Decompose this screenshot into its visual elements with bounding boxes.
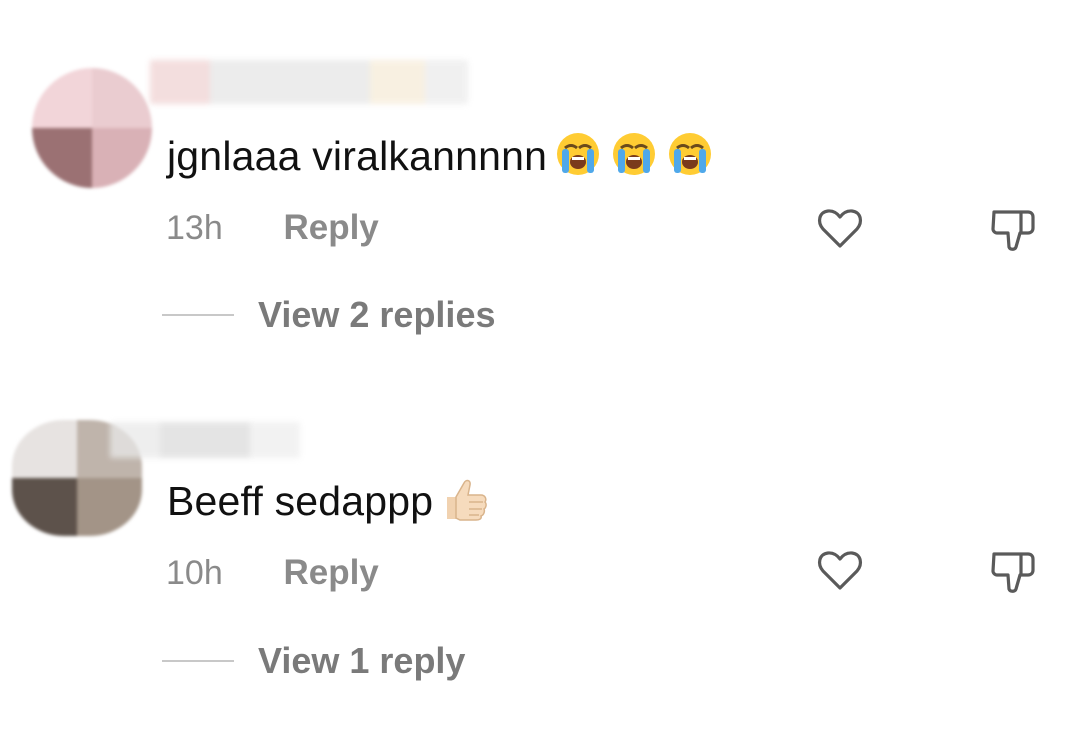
view-replies-label: View 1 reply	[258, 640, 466, 681]
comment-text-content: jgnlaaa viralkannnnn	[167, 133, 548, 179]
reply-thread-line	[162, 314, 234, 316]
comment-item: Beeff sedappp 10h Reply View 1 reply	[0, 370, 1068, 740]
reply-button[interactable]: Reply	[283, 208, 378, 247]
avatar[interactable]	[32, 68, 152, 188]
thumbs-down-icon[interactable]	[988, 204, 1038, 254]
comment-text: Beeff sedappp	[167, 473, 489, 525]
view-replies-button[interactable]: View 2 replies	[162, 294, 495, 336]
thumbs-up-emoji-icon	[439, 473, 489, 523]
comment-meta: 13h Reply	[166, 208, 379, 248]
thumbs-down-icon[interactable]	[988, 546, 1038, 596]
loudly-crying-face-emoji-icon	[665, 128, 715, 178]
heart-icon[interactable]	[815, 546, 865, 596]
view-replies-button[interactable]: View 1 reply	[162, 640, 465, 682]
reply-thread-line	[162, 660, 234, 662]
reply-button[interactable]: Reply	[283, 553, 378, 592]
comment-text: jgnlaaa viralkannnnn	[167, 128, 715, 180]
comment-meta: 10h Reply	[166, 553, 379, 593]
loudly-crying-face-emoji-icon	[609, 128, 659, 178]
username-blurred[interactable]	[150, 60, 468, 104]
view-replies-label: View 2 replies	[258, 294, 496, 335]
timestamp: 10h	[166, 554, 223, 592]
username-blurred[interactable]	[110, 422, 300, 458]
comment-text-content: Beeff sedappp	[167, 478, 434, 524]
timestamp: 13h	[166, 209, 223, 247]
loudly-crying-face-emoji-icon	[553, 128, 603, 178]
heart-icon[interactable]	[815, 204, 865, 254]
comment-item: jgnlaaa viralkannnnn 13h Reply View 2 re…	[0, 0, 1068, 370]
